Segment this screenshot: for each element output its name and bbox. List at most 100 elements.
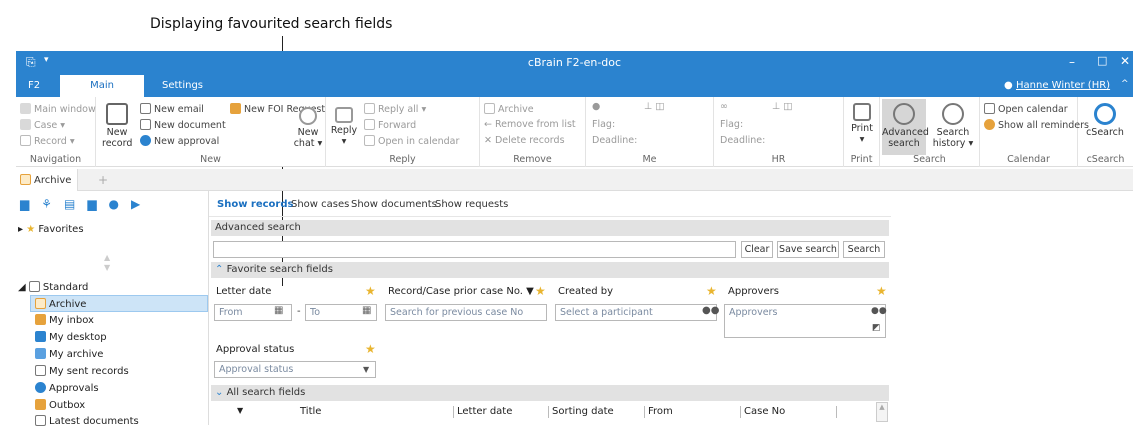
print-button[interactable]: Print ▾ <box>848 103 876 145</box>
new-record-icon <box>106 103 128 125</box>
new-email-button[interactable]: New email <box>140 103 204 115</box>
sidebar-item-sent[interactable]: My sent records <box>35 363 129 380</box>
sidebar-item-latest-documents[interactable]: Latest documents <box>35 413 139 430</box>
favorite-star-icon[interactable]: ★ <box>706 285 718 297</box>
foi-icon <box>230 103 241 114</box>
new-record-button[interactable]: New record <box>102 103 132 149</box>
case-no-input[interactable] <box>385 304 547 321</box>
maximize-icon[interactable]: □ <box>1097 54 1107 67</box>
remove-from-list-button[interactable]: ← Remove from list <box>484 119 576 130</box>
group-reply: Reply ▾ Reply all ▾ Forward Open in calen… <box>326 97 480 167</box>
archive-button[interactable]: Archive <box>484 103 534 115</box>
open-calendar-button[interactable]: Open calendar <box>984 103 1068 115</box>
sidebar-item-my-archive[interactable]: My archive <box>35 346 103 363</box>
scrollbar-up-button[interactable]: ▲ <box>876 402 888 422</box>
reply-all-button[interactable]: Reply all ▾ <box>364 103 426 115</box>
sidebar-toolbar-icons[interactable]: ▆⚘▤▆●▶ <box>20 197 152 211</box>
tab-archive[interactable]: Archive <box>16 169 78 191</box>
minimize-icon[interactable]: – <box>1069 55 1075 69</box>
record-button[interactable]: Record ▾ <box>20 135 75 147</box>
calendar-picker-icon[interactable]: ▦ <box>274 305 283 316</box>
tab-show-documents[interactable]: Show documents <box>351 199 437 210</box>
sidebar-item-desktop[interactable]: My desktop <box>35 329 107 346</box>
user-link[interactable]: Hanne Winter (HR) <box>1016 80 1110 91</box>
group-label-calendar: Calendar <box>1007 154 1050 165</box>
sidebar-item-approvals[interactable]: Approvals <box>35 380 99 397</box>
column-letter-date[interactable]: Letter date <box>457 406 512 417</box>
hr-flag: Flag: <box>720 119 744 130</box>
column-title[interactable]: Title <box>300 406 321 417</box>
column-case-no[interactable]: Case No <box>744 406 785 417</box>
column-sorting-date[interactable]: Sorting date <box>552 406 614 417</box>
forward-button[interactable]: Forward <box>364 119 416 131</box>
favorite-star-icon[interactable]: ★ <box>365 343 377 355</box>
approval-status-label: Approval status <box>216 344 295 355</box>
reply-button[interactable]: Reply ▾ <box>330 107 358 147</box>
tab-show-records[interactable]: Show records <box>217 199 293 210</box>
new-approval-button[interactable]: New approval <box>140 135 219 147</box>
archive-icon <box>35 298 46 309</box>
tab-f2[interactable]: F2 <box>18 75 50 97</box>
group-hr: ∞ ⊥ ◫ Flag: Deadline: HR <box>714 97 844 167</box>
search-button[interactable]: Search <box>843 241 885 258</box>
approval-status-select[interactable]: Approval status ▼ <box>214 361 376 378</box>
all-search-fields-header[interactable]: ⌄ All search fields <box>211 385 889 401</box>
collapse-ribbon-icon[interactable]: ^ <box>1121 79 1129 89</box>
tab-settings[interactable]: Settings <box>152 75 213 97</box>
sidebar-standard[interactable]: ◢ Standard <box>18 279 88 296</box>
case-button[interactable]: Case ▾ <box>20 119 65 131</box>
clear-button[interactable]: Clear <box>741 241 773 258</box>
tab-show-requests[interactable]: Show requests <box>435 199 508 210</box>
case-no-label[interactable]: Record/Case prior case No. ▼ <box>388 286 534 297</box>
favorite-search-fields-header[interactable]: ⌃ Favorite search fields <box>211 262 889 278</box>
group-label-me: Me <box>642 154 657 165</box>
close-icon[interactable]: ✕ <box>1120 54 1130 68</box>
advanced-search-button[interactable]: Advanced search <box>882 99 929 155</box>
participants-icon[interactable]: ●● <box>702 305 719 316</box>
group-label-reply: Reply <box>389 154 416 165</box>
sidebar-item-inbox[interactable]: My inbox <box>35 312 94 329</box>
tab-main-window[interactable]: Main window <box>60 75 144 113</box>
sidebar-favorites[interactable]: ▸ ★ Favorites <box>18 221 84 238</box>
splitter-up-icon[interactable]: ▲ <box>104 253 110 262</box>
save-search-button[interactable]: Save search <box>777 241 839 258</box>
advanced-search-input[interactable] <box>213 241 736 258</box>
column-chooser-icon[interactable]: ▼ <box>237 406 243 415</box>
hr-flag-options-icon[interactable]: ⊥ ◫ <box>772 101 792 112</box>
tab-show-cases[interactable]: Show cases <box>291 199 349 210</box>
new-chat-button[interactable]: New chat ▾ <box>292 107 324 149</box>
participant-input[interactable] <box>555 304 717 321</box>
csearch-button[interactable]: cSearch <box>1082 103 1128 138</box>
splitter-down-icon[interactable]: ▼ <box>104 263 110 272</box>
sidebar-item-archive[interactable]: Archive <box>30 295 208 312</box>
favorite-star-icon[interactable]: ★ <box>535 285 547 297</box>
sidebar-item-outbox[interactable]: Outbox <box>35 397 85 414</box>
flag-options-icon[interactable]: ⊥ ◫ <box>644 101 664 112</box>
search-history-button[interactable]: Search history ▾ <box>930 103 976 149</box>
reply-all-icon <box>364 103 375 114</box>
advanced-search-header: Advanced search <box>211 220 889 236</box>
column-divider <box>836 406 837 418</box>
group-calendar: Open calendar Show all reminders Calenda… <box>980 97 1089 167</box>
group-print: Print ▾ Print <box>844 97 880 167</box>
column-from[interactable]: From <box>648 406 673 417</box>
delete-records-button[interactable]: ✕ Delete records <box>484 135 565 146</box>
my-archive-icon <box>35 348 46 359</box>
open-in-calendar-button[interactable]: Open in calendar <box>364 135 459 147</box>
outbox-icon <box>35 399 46 410</box>
approvers-box[interactable]: Approvers ●● ◩ <box>724 304 887 338</box>
show-all-reminders-button[interactable]: Show all reminders <box>984 119 1089 131</box>
new-document-button[interactable]: New document <box>140 119 226 131</box>
calendar-picker-icon[interactable]: ▦ <box>362 305 371 316</box>
title-bar: ⎘ ▾ cBrain F2-en-doc – □ ✕ <box>16 51 1133 75</box>
favorite-star-icon[interactable]: ★ <box>876 285 888 297</box>
ribbon: Main window Case ▾ Record ▾ Navigation N… <box>16 97 1133 167</box>
column-divider <box>548 406 549 418</box>
collapse-chevron-icon: ⌃ <box>215 264 224 275</box>
ribbon-tabs: F2 Main window Settings ● Hanne Winter (… <box>16 75 1133 113</box>
expand-icon[interactable]: ◩ <box>872 323 881 333</box>
add-tab-icon[interactable]: + <box>98 173 108 187</box>
main-window-button[interactable]: Main window <box>20 103 96 115</box>
favorite-star-icon[interactable]: ★ <box>365 285 377 297</box>
participants-icon[interactable]: ●● <box>871 306 887 316</box>
